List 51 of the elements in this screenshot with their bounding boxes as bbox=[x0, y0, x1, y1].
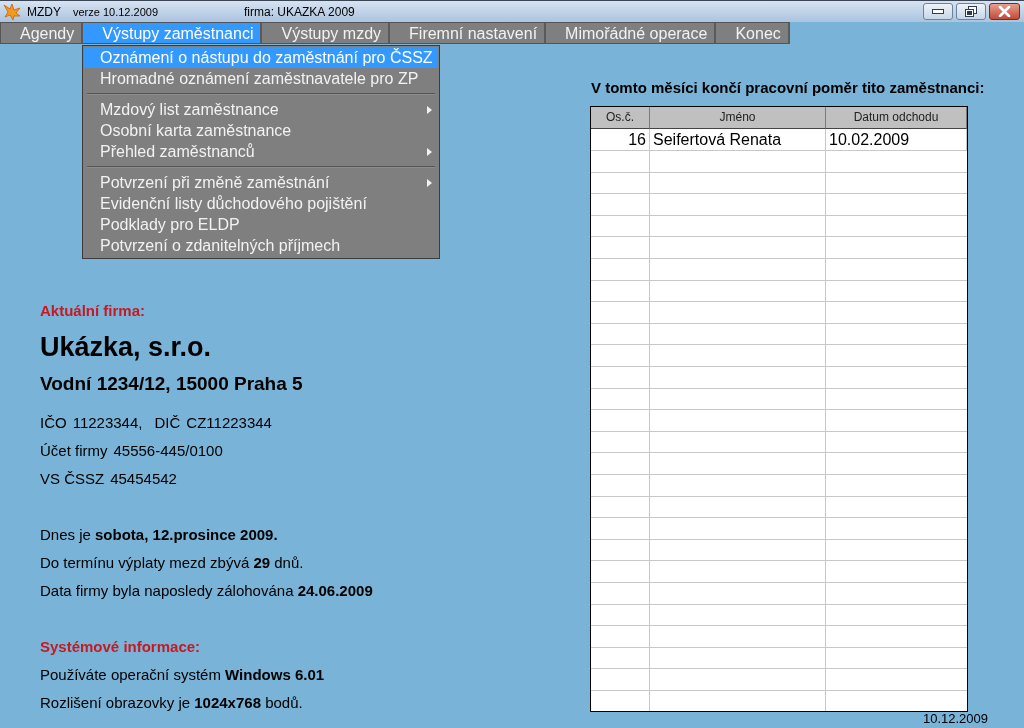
company-name: Ukázka, s.r.o. bbox=[40, 331, 213, 364]
version-label: verze 10.12.2009 bbox=[73, 4, 158, 19]
close-icon bbox=[998, 6, 1011, 17]
field-value: CZ11223344 bbox=[186, 414, 272, 431]
submenu-arrow-icon bbox=[427, 178, 432, 187]
menu-option[interactable]: Mzdový list zaměstnance bbox=[84, 99, 438, 120]
column-header: Os.č. bbox=[591, 107, 650, 129]
menu-option[interactable]: Přehled zaměstnanců bbox=[84, 141, 438, 162]
field-label: Účet firmy bbox=[40, 442, 108, 459]
table-cell: 10.02.2009 bbox=[826, 129, 967, 151]
field-label: VS ČSSZ bbox=[40, 470, 105, 487]
menu-bar-item[interactable]: Firemní nastavení bbox=[390, 22, 547, 44]
menu-option[interactable]: Osobní karta zaměstnance bbox=[84, 120, 438, 141]
restore-icon bbox=[965, 6, 977, 17]
menu-option[interactable]: Evidenční listy důchodového pojištění bbox=[84, 193, 438, 214]
section-heading: Aktuální firma: bbox=[40, 301, 146, 321]
menu-bar-item[interactable]: Konec bbox=[716, 22, 790, 44]
field-value: 45454542 bbox=[110, 470, 177, 487]
column-header: Jméno bbox=[650, 107, 826, 129]
field-value: 45556-445/0100 bbox=[113, 442, 223, 459]
table-title: V tomto měsíci končí pracovní poměr tito zaměstnanci: bbox=[591, 78, 986, 98]
close-button[interactable] bbox=[989, 3, 1020, 20]
minimize-button[interactable] bbox=[923, 3, 953, 20]
submenu-arrow-icon bbox=[427, 147, 432, 156]
menu-bar-item[interactable]: Mimořádné operace bbox=[546, 22, 717, 44]
menu-option[interactable]: Potvrzení o zdanitelných příjmech bbox=[84, 235, 438, 256]
info-text: Používáte operační systém Windows 6.01 bbox=[40, 665, 326, 685]
menu-option[interactable]: Podklady pro ELDP bbox=[84, 214, 438, 235]
menu-option[interactable]: Hromadné oznámení zaměstnavatele pro ZP bbox=[84, 68, 438, 89]
minimize-icon bbox=[932, 9, 944, 14]
field-value: 11223344, bbox=[72, 414, 143, 431]
info-text: Rozlišení obrazovky je 1024x768 bodů. bbox=[40, 693, 304, 713]
company-label: firma: UKAZKA 2009 bbox=[244, 4, 355, 19]
menu-bar-item[interactable]: Výstupy mzdy bbox=[262, 22, 391, 44]
info-text: Dnes je sobota, 12.prosince 2009. bbox=[40, 525, 279, 545]
menu-option[interactable]: Potvrzení při změně zaměstnání bbox=[84, 172, 438, 193]
menu-bar-item[interactable]: Agendy bbox=[0, 22, 84, 44]
field-label: IČO bbox=[40, 414, 67, 431]
info-text: Do termínu výplaty mezd zbývá 29 dnů. bbox=[40, 553, 305, 573]
submenu-arrow-icon bbox=[427, 105, 432, 114]
app-title: MZDY bbox=[27, 4, 61, 19]
menu-option[interactable]: Oznámení o nástupu do zaměstnání pro ČSSZ bbox=[84, 47, 438, 68]
section-heading: Systémové informace: bbox=[40, 637, 202, 657]
restore-button[interactable] bbox=[956, 3, 986, 20]
column-header: Datum odchodu bbox=[826, 107, 967, 129]
company-address: Vodní 1234/12, 15000 Praha 5 bbox=[40, 372, 304, 396]
menu-bar-item[interactable]: Výstupy zaměstnanci bbox=[83, 22, 263, 44]
date-label: 10.12.2009 bbox=[921, 712, 988, 726]
info-text: Data firmy byla naposledy zálohována 24.06.2009 bbox=[40, 581, 374, 601]
field-label: DIČ bbox=[154, 414, 181, 431]
star-icon bbox=[3, 2, 21, 21]
